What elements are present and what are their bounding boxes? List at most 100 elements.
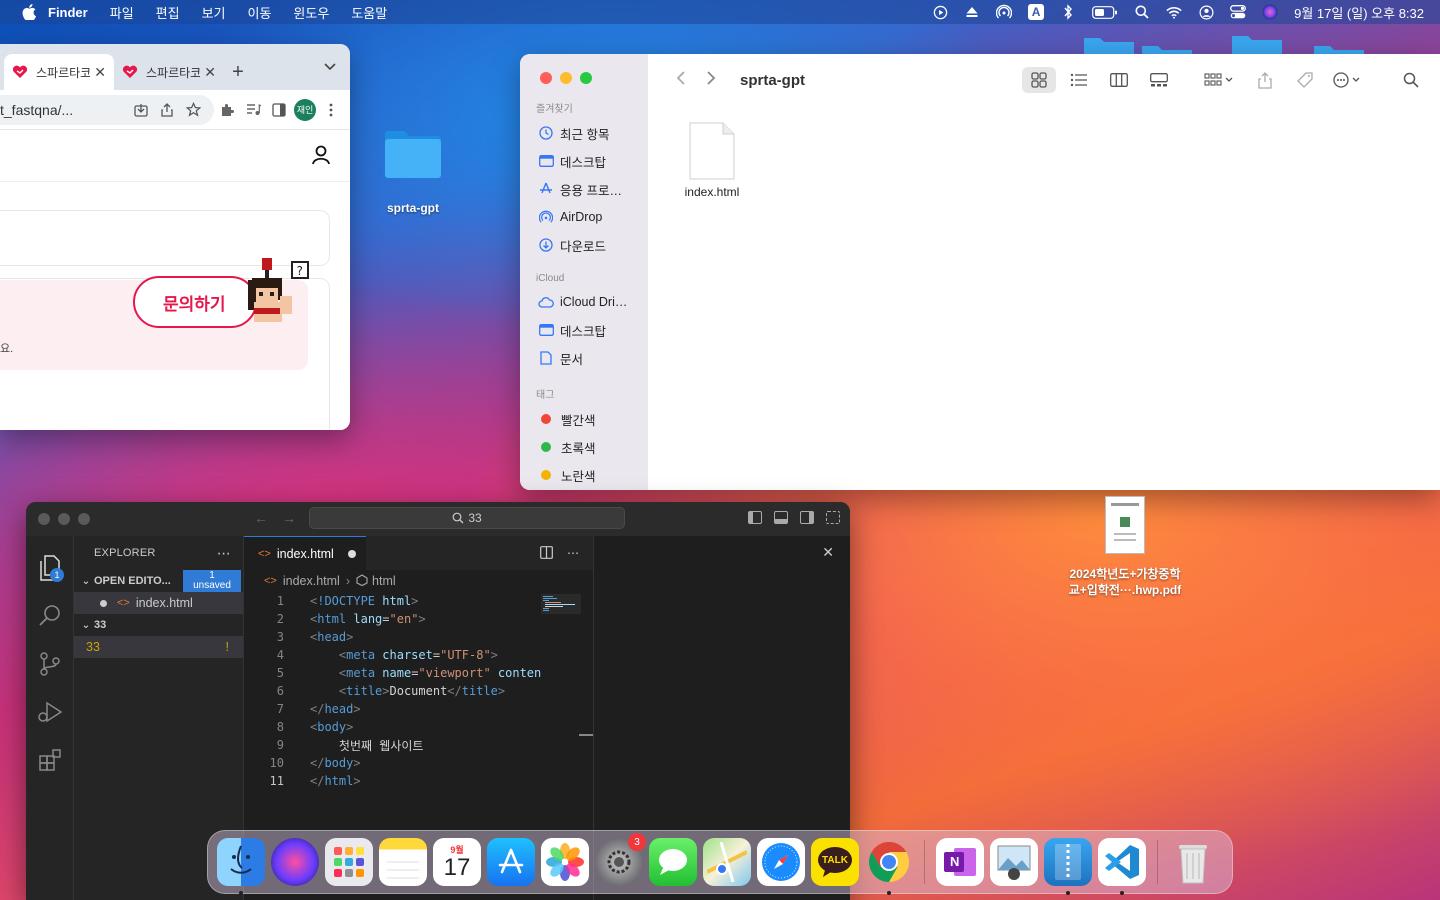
dock-kakaotalk[interactable]: TALK xyxy=(811,838,859,886)
input-source-icon[interactable]: A xyxy=(1028,4,1045,20)
zoom-window-button[interactable] xyxy=(580,72,592,84)
bluetooth-icon[interactable] xyxy=(1060,4,1076,20)
sidebar-tag-red[interactable]: 빨간색 xyxy=(520,405,648,433)
more-actions-icon[interactable]: ⋯ xyxy=(217,545,231,562)
side-panel-icon[interactable] xyxy=(266,97,292,123)
dock-system-settings[interactable]: 3 xyxy=(595,833,646,886)
chrome-tab-1[interactable]: 스파르타코딩 ✕ xyxy=(4,54,114,90)
dock-siri[interactable] xyxy=(271,838,319,886)
dock-trash[interactable] xyxy=(1169,838,1217,886)
menu-window[interactable]: 윈도우 xyxy=(293,3,329,22)
menu-app-finder[interactable]: Finder xyxy=(48,5,88,20)
menu-view[interactable]: 보기 xyxy=(202,3,226,22)
desktop-file-pdf[interactable]: 2024학년도+가창중학 교+입학전···.hwp.pdf xyxy=(1060,496,1190,598)
column-view-button[interactable] xyxy=(1102,67,1136,93)
minimize-window-button[interactable] xyxy=(560,72,572,84)
run-debug-icon[interactable] xyxy=(26,688,74,736)
desktop-folder-icon[interactable] xyxy=(1080,36,1138,56)
sidebar-item-recents[interactable]: 최근 항목 xyxy=(520,119,648,147)
dock-maps[interactable] xyxy=(703,838,751,886)
unsaved-dot-icon[interactable] xyxy=(347,549,356,558)
go-forward-arrow-icon[interactable]: → xyxy=(282,510,296,526)
toggle-panel-icon[interactable] xyxy=(774,511,788,524)
close-window-button[interactable] xyxy=(38,513,50,525)
action-menu-button[interactable] xyxy=(1328,67,1368,93)
desktop-folder-icon[interactable] xyxy=(1228,36,1286,56)
address-bar[interactable]: t_fastqna/... xyxy=(0,94,214,125)
inquiry-button[interactable]: 문의하기 xyxy=(133,276,257,328)
user-icon[interactable] xyxy=(310,144,332,166)
unsaved-dot-icon[interactable] xyxy=(100,599,107,607)
extensions-icon[interactable] xyxy=(214,97,240,123)
extensions-icon[interactable] xyxy=(26,736,74,784)
wifi-icon[interactable] xyxy=(1166,4,1182,20)
share-icon[interactable] xyxy=(1248,67,1282,93)
forward-button[interactable] xyxy=(696,69,726,92)
minimap[interactable] xyxy=(541,594,581,794)
desktop-folder-sprta-gpt[interactable]: sprta-gpt xyxy=(378,128,448,215)
sidebar-item-desktop[interactable]: 데스크탑 xyxy=(520,147,648,175)
open-editors-section[interactable]: ⌄ OPEN EDITO... 1 unsaved xyxy=(74,570,243,592)
search-icon[interactable] xyxy=(1394,67,1428,93)
minimize-window-button[interactable] xyxy=(58,513,70,525)
dock-notes[interactable] xyxy=(379,838,427,886)
sidebar-item-downloads[interactable]: 다운로드 xyxy=(520,231,648,259)
breadcrumb-node[interactable]: html xyxy=(372,574,396,588)
close-tab-icon[interactable]: ✕ xyxy=(204,64,216,81)
dock-chrome[interactable] xyxy=(865,838,913,895)
sidebar-item-documents[interactable]: 문서 xyxy=(520,344,648,372)
control-center-icon[interactable] xyxy=(1230,4,1247,20)
menubar-clock[interactable]: 9월 17일 (일) 오후 8:32 xyxy=(1294,3,1424,22)
spotlight-search-icon[interactable] xyxy=(1134,4,1150,20)
customize-layout-icon[interactable] xyxy=(826,511,840,524)
siri-icon[interactable] xyxy=(1262,4,1278,20)
bookmark-star-icon[interactable] xyxy=(180,97,206,123)
dock-launchpad[interactable] xyxy=(325,838,373,886)
gallery-view-button[interactable] xyxy=(1142,67,1176,93)
sidebar-tag-yellow[interactable]: 노란색 xyxy=(520,461,648,489)
eject-icon[interactable] xyxy=(964,4,980,20)
desktop-folder-icon[interactable] xyxy=(1138,36,1196,56)
scrollbar-marker[interactable] xyxy=(579,734,593,736)
file-item-index-html[interactable]: HTML index.html xyxy=(676,122,748,199)
command-center-search[interactable]: 33 xyxy=(309,507,625,529)
dock-vscode[interactable] xyxy=(1098,838,1146,895)
go-back-arrow-icon[interactable]: ← xyxy=(254,510,268,526)
sidebar-item-icloud-drive[interactable]: iCloud Dri… xyxy=(520,288,648,316)
breadcrumb-file[interactable]: index.html xyxy=(283,574,340,588)
toggle-primary-sidebar-icon[interactable] xyxy=(748,511,762,524)
back-button[interactable] xyxy=(666,69,696,92)
sidebar-item-airdrop[interactable]: AirDrop xyxy=(520,203,648,231)
close-icon[interactable]: ✕ xyxy=(822,544,834,561)
desktop-folder-icon[interactable] xyxy=(1310,36,1368,56)
sidebar-item-applications[interactable]: 응용 프로… xyxy=(520,175,648,203)
chrome-tab-2[interactable]: 스파르타코딩 ✕ xyxy=(114,54,224,90)
sidebar-tag-green[interactable]: 초록색 xyxy=(520,433,648,461)
media-control-icon[interactable] xyxy=(240,97,266,123)
close-window-button[interactable] xyxy=(540,72,552,84)
menu-file[interactable]: 파일 xyxy=(110,3,134,22)
dock-messages[interactable] xyxy=(649,838,697,886)
menu-help[interactable]: 도움말 xyxy=(351,3,387,22)
workspace-folder-section[interactable]: ⌄ 33 xyxy=(74,614,243,636)
explorer-files-icon[interactable]: 1 xyxy=(26,544,74,592)
tag-icon[interactable] xyxy=(1288,67,1322,93)
airdrop-status-icon[interactable] xyxy=(996,4,1013,20)
toggle-secondary-sidebar-icon[interactable] xyxy=(800,511,814,524)
source-control-icon[interactable] xyxy=(26,640,74,688)
user-account-icon[interactable] xyxy=(1198,4,1214,20)
menu-go[interactable]: 이동 xyxy=(248,3,272,22)
sidebar-item-icloud-desktop[interactable]: 데스크탑 xyxy=(520,316,648,344)
dock-safari[interactable] xyxy=(757,838,805,886)
icon-view-button[interactable] xyxy=(1022,67,1056,93)
zoom-window-button[interactable] xyxy=(78,513,90,525)
tab-search-chevron-icon[interactable] xyxy=(324,60,336,74)
install-app-icon[interactable] xyxy=(128,97,154,123)
folder-tree-item[interactable]: 33 ! xyxy=(74,636,243,658)
chrome-menu-icon[interactable] xyxy=(318,97,344,123)
dock-onenote[interactable]: N xyxy=(936,838,984,886)
open-editor-item[interactable]: <> index.html xyxy=(74,592,243,614)
profile-avatar[interactable]: 재인 xyxy=(292,97,318,123)
screen-record-icon[interactable] xyxy=(932,4,948,20)
dock-preview[interactable] xyxy=(990,838,1038,886)
